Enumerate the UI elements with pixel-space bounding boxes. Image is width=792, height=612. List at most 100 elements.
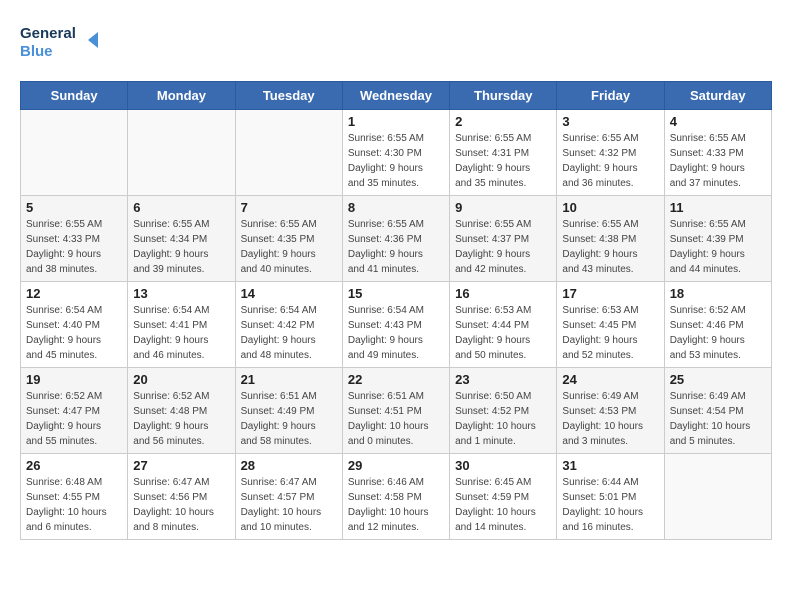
logo-svg: General Blue <box>20 20 100 65</box>
calendar-cell: 7Sunrise: 6:55 AM Sunset: 4:35 PM Daylig… <box>235 196 342 282</box>
day-number: 20 <box>133 372 229 387</box>
day-number: 30 <box>455 458 551 473</box>
calendar-cell: 3 Sunrise: 6:55 AM Sunset: 4:32 PM Daylig… <box>557 110 664 196</box>
day-header-monday: Monday <box>128 82 235 110</box>
calendar-week-row: 26 Sunrise: 6:48 AM Sunset: 4:55 PM Dayli… <box>21 454 772 540</box>
calendar-cell: 27 Sunrise: 6:47 AM Sunset: 4:56 PM Dayli… <box>128 454 235 540</box>
day-info: Sunrise: 6:53 AM Sunset: 4:44 PM Dayligh… <box>455 303 551 363</box>
calendar-cell <box>664 454 771 540</box>
day-number: 9 <box>455 200 551 215</box>
day-number: 15 <box>348 286 444 301</box>
day-info: Sunrise: 6:54 AM Sunset: 4:41 PM Dayligh… <box>133 303 229 363</box>
calendar-cell: 25Sunrise: 6:49 AM Sunset: 4:54 PM Dayli… <box>664 368 771 454</box>
day-number: 5 <box>26 200 122 215</box>
day-number: 6 <box>133 200 229 215</box>
day-info: Sunrise: 6:47 AM Sunset: 4:57 PM Dayligh… <box>241 475 337 535</box>
calendar-cell: 26 Sunrise: 6:48 AM Sunset: 4:55 PM Dayli… <box>21 454 128 540</box>
calendar-week-row: 19 Sunrise: 6:52 AM Sunset: 4:47 PM Dayli… <box>21 368 772 454</box>
calendar-cell: 1Sunrise: 6:55 AM Sunset: 4:30 PM Daylig… <box>342 110 449 196</box>
calendar-cell: 28 Sunrise: 6:47 AM Sunset: 4:57 PM Dayli… <box>235 454 342 540</box>
day-number: 8 <box>348 200 444 215</box>
day-number: 21 <box>241 372 337 387</box>
calendar-cell: 15 Sunrise: 6:54 AM Sunset: 4:43 PM Dayli… <box>342 282 449 368</box>
day-info: Sunrise: 6:53 AM Sunset: 4:45 PM Dayligh… <box>562 303 658 363</box>
day-info: Sunrise: 6:55 AM Sunset: 4:32 PM Dayligh… <box>562 131 658 191</box>
day-info: Sunrise: 6:52 AM Sunset: 4:46 PM Dayligh… <box>670 303 766 363</box>
day-number: 16 <box>455 286 551 301</box>
day-info: Sunrise: 6:52 AM Sunset: 4:48 PM Dayligh… <box>133 389 229 449</box>
day-number: 13 <box>133 286 229 301</box>
day-info: Sunrise: 6:55 AM Sunset: 4:36 PM Dayligh… <box>348 217 444 277</box>
calendar-week-row: 5 Sunrise: 6:55 AM Sunset: 4:33 PM Daylig… <box>21 196 772 282</box>
day-info: Sunrise: 6:54 AM Sunset: 4:43 PM Dayligh… <box>348 303 444 363</box>
calendar-cell: 23Sunrise: 6:50 AM Sunset: 4:52 PM Dayli… <box>450 368 557 454</box>
day-info: Sunrise: 6:44 AM Sunset: 5:01 PM Dayligh… <box>562 475 658 535</box>
day-header-friday: Friday <box>557 82 664 110</box>
day-number: 17 <box>562 286 658 301</box>
day-info: Sunrise: 6:55 AM Sunset: 4:37 PM Dayligh… <box>455 217 551 277</box>
day-info: Sunrise: 6:55 AM Sunset: 4:39 PM Dayligh… <box>670 217 766 277</box>
calendar-week-row: 1Sunrise: 6:55 AM Sunset: 4:30 PM Daylig… <box>21 110 772 196</box>
day-number: 3 <box>562 114 658 129</box>
day-header-wednesday: Wednesday <box>342 82 449 110</box>
day-header-tuesday: Tuesday <box>235 82 342 110</box>
svg-text:Blue: Blue <box>20 43 53 60</box>
calendar-week-row: 12 Sunrise: 6:54 AM Sunset: 4:40 PM Dayli… <box>21 282 772 368</box>
day-info: Sunrise: 6:55 AM Sunset: 4:33 PM Dayligh… <box>26 217 122 277</box>
day-number: 18 <box>670 286 766 301</box>
day-info: Sunrise: 6:55 AM Sunset: 4:31 PM Dayligh… <box>455 131 551 191</box>
calendar-cell: 19 Sunrise: 6:52 AM Sunset: 4:47 PM Dayli… <box>21 368 128 454</box>
calendar-cell: 13 Sunrise: 6:54 AM Sunset: 4:41 PM Dayli… <box>128 282 235 368</box>
calendar-cell: 11 Sunrise: 6:55 AM Sunset: 4:39 PM Dayli… <box>664 196 771 282</box>
logo: General Blue <box>20 20 100 65</box>
day-number: 24 <box>562 372 658 387</box>
page-header: General Blue <box>20 20 772 65</box>
day-number: 28 <box>241 458 337 473</box>
day-info: Sunrise: 6:46 AM Sunset: 4:58 PM Dayligh… <box>348 475 444 535</box>
day-number: 10 <box>562 200 658 215</box>
calendar-table: SundayMondayTuesdayWednesdayThursdayFrid… <box>20 81 772 540</box>
day-header-thursday: Thursday <box>450 82 557 110</box>
day-info: Sunrise: 6:51 AM Sunset: 4:49 PM Dayligh… <box>241 389 337 449</box>
calendar-cell: 22Sunrise: 6:51 AM Sunset: 4:51 PM Dayli… <box>342 368 449 454</box>
calendar-cell <box>235 110 342 196</box>
day-info: Sunrise: 6:52 AM Sunset: 4:47 PM Dayligh… <box>26 389 122 449</box>
day-info: Sunrise: 6:50 AM Sunset: 4:52 PM Dayligh… <box>455 389 551 449</box>
day-info: Sunrise: 6:45 AM Sunset: 4:59 PM Dayligh… <box>455 475 551 535</box>
calendar-cell: 5 Sunrise: 6:55 AM Sunset: 4:33 PM Daylig… <box>21 196 128 282</box>
day-number: 19 <box>26 372 122 387</box>
calendar-cell: 12 Sunrise: 6:54 AM Sunset: 4:40 PM Dayli… <box>21 282 128 368</box>
calendar-cell <box>128 110 235 196</box>
calendar-cell: 8 Sunrise: 6:55 AM Sunset: 4:36 PM Daylig… <box>342 196 449 282</box>
day-number: 11 <box>670 200 766 215</box>
day-info: Sunrise: 6:54 AM Sunset: 4:40 PM Dayligh… <box>26 303 122 363</box>
calendar-cell: 14Sunrise: 6:54 AM Sunset: 4:42 PM Dayli… <box>235 282 342 368</box>
day-number: 26 <box>26 458 122 473</box>
calendar-cell: 30 Sunrise: 6:45 AM Sunset: 4:59 PM Dayli… <box>450 454 557 540</box>
day-header-saturday: Saturday <box>664 82 771 110</box>
day-info: Sunrise: 6:47 AM Sunset: 4:56 PM Dayligh… <box>133 475 229 535</box>
calendar-header-row: SundayMondayTuesdayWednesdayThursdayFrid… <box>21 82 772 110</box>
calendar-cell: 17 Sunrise: 6:53 AM Sunset: 4:45 PM Dayli… <box>557 282 664 368</box>
calendar-cell: 21 Sunrise: 6:51 AM Sunset: 4:49 PM Dayli… <box>235 368 342 454</box>
svg-text:General: General <box>20 25 76 42</box>
day-info: Sunrise: 6:49 AM Sunset: 4:54 PM Dayligh… <box>670 389 766 449</box>
day-info: Sunrise: 6:55 AM Sunset: 4:38 PM Dayligh… <box>562 217 658 277</box>
calendar-cell: 10 Sunrise: 6:55 AM Sunset: 4:38 PM Dayli… <box>557 196 664 282</box>
day-number: 14 <box>241 286 337 301</box>
calendar-cell: 16 Sunrise: 6:53 AM Sunset: 4:44 PM Dayli… <box>450 282 557 368</box>
calendar-cell: 4Sunrise: 6:55 AM Sunset: 4:33 PM Daylig… <box>664 110 771 196</box>
day-number: 2 <box>455 114 551 129</box>
day-info: Sunrise: 6:48 AM Sunset: 4:55 PM Dayligh… <box>26 475 122 535</box>
calendar-cell: 29Sunrise: 6:46 AM Sunset: 4:58 PM Dayli… <box>342 454 449 540</box>
day-info: Sunrise: 6:49 AM Sunset: 4:53 PM Dayligh… <box>562 389 658 449</box>
day-number: 4 <box>670 114 766 129</box>
day-number: 12 <box>26 286 122 301</box>
calendar-cell: 31Sunrise: 6:44 AM Sunset: 5:01 PM Dayli… <box>557 454 664 540</box>
day-number: 27 <box>133 458 229 473</box>
day-number: 7 <box>241 200 337 215</box>
day-info: Sunrise: 6:51 AM Sunset: 4:51 PM Dayligh… <box>348 389 444 449</box>
calendar-cell: 9 Sunrise: 6:55 AM Sunset: 4:37 PM Daylig… <box>450 196 557 282</box>
day-number: 1 <box>348 114 444 129</box>
calendar-cell <box>21 110 128 196</box>
